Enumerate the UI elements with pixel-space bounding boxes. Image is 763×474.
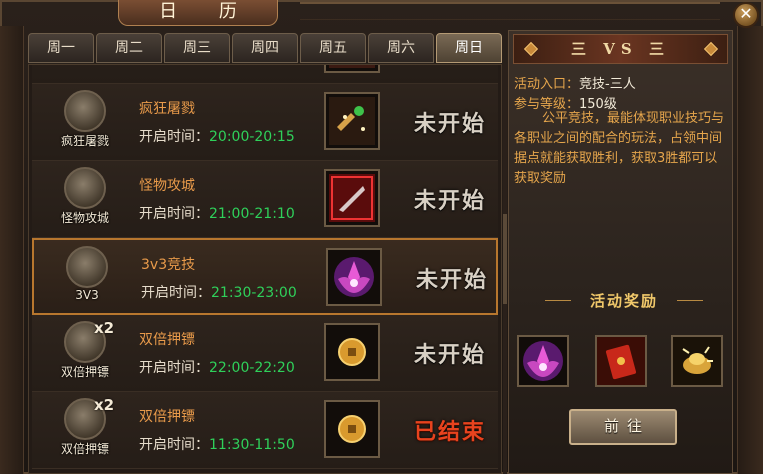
activity-description: 公平竞技，最能体现职业技巧与各职业之间的配合的玩法，占领中间据点就能获取胜利，获… bbox=[514, 111, 725, 186]
activity-row[interactable]: x2 双倍押镖 双倍押镖 开启时间：22:00-22:20 未开始 bbox=[32, 315, 498, 392]
emblem-label: 双倍押镖 bbox=[60, 442, 109, 456]
activity-row[interactable]: 怪物攻城 怪物攻城 开启时间：21:00-21:10 未开始 bbox=[32, 161, 498, 238]
activity-name: 3v3竞技 bbox=[141, 257, 196, 273]
reward-item-slot[interactable] bbox=[324, 92, 380, 150]
reward-item-slot[interactable] bbox=[324, 400, 380, 458]
activity-status: 已结束 bbox=[413, 419, 486, 445]
activity-emblem-icon: 怪物攻城 bbox=[54, 167, 114, 231]
activity-name: 双倍押镖 bbox=[139, 409, 195, 425]
double-x2-badge: x2 bbox=[94, 396, 115, 414]
emblem-badge bbox=[64, 167, 106, 209]
emblem-label: 疯狂屠戮 bbox=[60, 134, 109, 148]
emblem-label: 3V3 bbox=[75, 288, 99, 302]
activity-list-scroll: 疯狂屠戮 疯狂屠戮 开启时间：20:00-20:15 未开始 怪物攻城 怪物攻城 开启时间：… bbox=[29, 65, 501, 469]
top-ornament bbox=[300, 2, 720, 20]
detail-title: 三 VS 三 bbox=[571, 40, 670, 58]
reward-item-slot[interactable] bbox=[326, 248, 382, 306]
time-prefix: 开启时间： bbox=[141, 285, 211, 301]
activity-row[interactable]: 疯狂屠戮 疯狂屠戮 开启时间：20:00-20:15 未开始 bbox=[32, 84, 498, 161]
time-value: 20:00-20:15 bbox=[209, 129, 295, 145]
emblem-badge bbox=[64, 90, 106, 132]
activity-detail-panel: 三 VS 三 活动入口：竞技-三人 参与等级：150级 公平竞技，最能体现职业技… bbox=[508, 30, 733, 474]
activity-row[interactable]: x2 双倍押镖 双倍押镖 开启时间：11:30-11:50 已结束 bbox=[32, 392, 498, 469]
tab-weekday-5[interactable]: 周五 bbox=[300, 33, 366, 63]
weekday-tabs: 周一 周二 周三 周四 周五 周六 周日 bbox=[28, 33, 502, 63]
gold-sparkle-box-icon bbox=[329, 97, 375, 145]
go-button[interactable]: 前往 bbox=[569, 409, 677, 445]
tab-weekday-1[interactable]: 周一 bbox=[28, 33, 94, 63]
tab-weekday-6[interactable]: 周六 bbox=[368, 33, 434, 63]
list-scrollbar[interactable] bbox=[503, 64, 507, 474]
red-envelope-icon bbox=[597, 337, 645, 385]
tab-weekday-2[interactable]: 周二 bbox=[96, 33, 162, 63]
time-prefix: 开启时间： bbox=[139, 129, 209, 145]
double-x2-badge: x2 bbox=[94, 319, 115, 337]
reward-item-slot[interactable] bbox=[324, 65, 380, 73]
reward-item-slot[interactable] bbox=[324, 169, 380, 227]
close-icon[interactable]: ✕ bbox=[733, 2, 759, 28]
purple-lotus-icon bbox=[523, 341, 563, 381]
activity-row[interactable] bbox=[32, 65, 498, 84]
activity-emblem-icon: x2 双倍押镖 bbox=[54, 396, 115, 462]
emblem-label: 双倍押镖 bbox=[60, 365, 109, 379]
activity-time: 开启时间：22:00-22:20 bbox=[139, 357, 295, 377]
entry-label: 活动入口： bbox=[514, 77, 580, 92]
time-prefix: 开启时间： bbox=[139, 437, 209, 453]
time-value: 22:00-22:20 bbox=[209, 360, 295, 376]
left-frame-border bbox=[0, 26, 24, 474]
reward-slot-1[interactable] bbox=[517, 335, 569, 387]
partial-row-item bbox=[329, 65, 375, 68]
activity-name: 双倍押镖 bbox=[139, 332, 195, 348]
purple-lotus-icon bbox=[331, 253, 377, 301]
time-value: 11:30-11:50 bbox=[209, 437, 295, 453]
tab-weekday-3[interactable]: 周三 bbox=[164, 33, 230, 63]
emblem-badge bbox=[66, 246, 108, 288]
activity-time: 开启时间：21:30-23:00 bbox=[141, 282, 297, 302]
activity-name: 怪物攻城 bbox=[139, 178, 195, 194]
red-blade-box-icon bbox=[329, 174, 375, 222]
activity-status: 未开始 bbox=[413, 188, 486, 214]
activity-status: 未开始 bbox=[413, 342, 486, 368]
reward-title: 活动奖励 bbox=[589, 292, 658, 310]
reward-slot-3[interactable] bbox=[671, 335, 723, 387]
emblem-label: 怪物攻城 bbox=[60, 211, 109, 225]
gold-ingot-icon bbox=[673, 337, 721, 385]
activity-emblem-icon: 疯狂屠戮 bbox=[54, 90, 114, 154]
gold-coin-icon bbox=[329, 328, 375, 376]
activity-status: 未开始 bbox=[415, 267, 488, 293]
tab-weekday-7[interactable]: 周日 bbox=[436, 33, 502, 63]
entry-value: 竞技-三人 bbox=[579, 77, 636, 92]
time-prefix: 开启时间： bbox=[139, 360, 209, 376]
activity-list: 疯狂屠戮 疯狂屠戮 开启时间：20:00-20:15 未开始 怪物攻城 怪物攻城 开启时间：… bbox=[28, 64, 502, 474]
activity-status: 未开始 bbox=[413, 111, 486, 137]
activity-name: 疯狂屠戮 bbox=[139, 101, 195, 117]
activity-row[interactable]: 3V3 3v3竞技开启时间：21:30-23:00 未开始 bbox=[32, 238, 498, 315]
reward-item-slot[interactable] bbox=[324, 323, 380, 381]
time-value: 21:30-23:00 bbox=[211, 285, 297, 301]
reward-slot-2[interactable] bbox=[595, 335, 647, 387]
time-prefix: 开启时间： bbox=[139, 206, 209, 222]
activity-time: 开启时间：21:00-21:10 bbox=[139, 203, 295, 223]
reward-heading: 活动奖励 bbox=[539, 289, 709, 313]
tab-weekday-4[interactable]: 周四 bbox=[232, 33, 298, 63]
scroll-thumb[interactable] bbox=[503, 214, 507, 304]
activity-emblem-icon: 3V3 bbox=[56, 246, 116, 310]
time-value: 21:00-21:10 bbox=[209, 206, 295, 222]
activity-time: 开启时间：11:30-11:50 bbox=[139, 434, 295, 454]
entry-line: 活动入口：竞技-三人 bbox=[514, 73, 636, 92]
activity-emblem-icon: x2 双倍押镖 bbox=[54, 319, 115, 385]
activity-time: 开启时间：20:00-20:15 bbox=[139, 126, 295, 146]
detail-header: 三 VS 三 bbox=[513, 34, 728, 64]
gold-coin-icon bbox=[329, 405, 375, 453]
window-title: 日 历 bbox=[118, 0, 278, 26]
activity-emblem-icon bbox=[54, 65, 114, 77]
right-frame-border bbox=[737, 26, 763, 474]
